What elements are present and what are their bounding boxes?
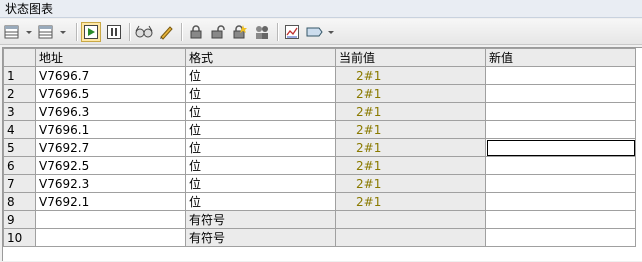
format-cell[interactable]: 位 <box>185 84 336 103</box>
table-row[interactable]: 4 V7696.1 位 2#1 <box>3 120 636 139</box>
format-cell[interactable]: 位 <box>185 156 336 175</box>
table-row[interactable]: 2 V7696.5 位 2#1 <box>3 84 636 103</box>
address-cell[interactable]: V7692.7 <box>35 138 186 157</box>
current-value-cell: 2#1 <box>335 120 486 139</box>
format-cell[interactable]: 有符号 <box>185 228 336 247</box>
current-value-cell: 2#1 <box>335 174 486 193</box>
address-cell[interactable]: V7692.3 <box>35 174 186 193</box>
new-value-cell[interactable] <box>485 120 636 139</box>
new-value-cell[interactable] <box>485 102 636 121</box>
new-value-cell[interactable] <box>485 228 636 247</box>
single-read-icon[interactable] <box>81 22 101 42</box>
unlock-icon[interactable] <box>208 22 228 42</box>
format-cell[interactable]: 位 <box>185 66 336 85</box>
new-value-cell[interactable] <box>485 66 636 85</box>
table-row[interactable]: 10 有符号 <box>3 228 636 247</box>
table-row[interactable]: 3 V7696.3 位 2#1 <box>3 102 636 121</box>
row-number-cell: 6 <box>3 156 36 175</box>
address-cell[interactable] <box>35 210 186 229</box>
current-value-header[interactable]: 当前值 <box>335 48 486 67</box>
current-value-cell: 2#1 <box>335 138 486 157</box>
address-cell[interactable]: V7696.5 <box>35 84 186 103</box>
new-value-cell[interactable] <box>485 174 636 193</box>
address-header[interactable]: 地址 <box>35 48 186 67</box>
format-header[interactable]: 格式 <box>185 48 336 67</box>
row-number-cell: 10 <box>3 228 36 247</box>
tag-dropdown-icon[interactable] <box>305 22 335 42</box>
lock-icon[interactable] <box>186 22 206 42</box>
current-value-cell <box>335 228 486 247</box>
address-cell[interactable]: V7692.5 <box>35 156 186 175</box>
window-title: 状态图表 <box>0 0 642 18</box>
row-number-cell: 8 <box>3 192 36 211</box>
format-cell[interactable]: 位 <box>185 138 336 157</box>
address-cell[interactable]: V7696.1 <box>35 120 186 139</box>
table-row[interactable]: 8 V7692.1 位 2#1 <box>3 192 636 211</box>
table-row[interactable]: 1 V7696.7 位 2#1 <box>3 66 636 85</box>
address-cell[interactable] <box>35 228 186 247</box>
format-cell[interactable]: 位 <box>185 102 336 121</box>
stop-read-icon[interactable] <box>104 22 124 42</box>
format-cell[interactable]: 位 <box>185 174 336 193</box>
write-pencil-icon[interactable] <box>156 22 176 42</box>
trend-chart-icon[interactable] <box>282 22 302 42</box>
table-row[interactable]: 7 V7692.3 位 2#1 <box>3 174 636 193</box>
current-value-cell: 2#1 <box>335 102 486 121</box>
row-number-cell: 4 <box>3 120 36 139</box>
table-row[interactable]: 6 V7692.5 位 2#1 <box>3 156 636 175</box>
row-number-cell: 3 <box>3 102 36 121</box>
current-value-cell: 2#1 <box>335 192 486 211</box>
new-value-cell[interactable] <box>485 84 636 103</box>
row-number-header <box>3 48 36 67</box>
current-value-cell <box>335 210 486 229</box>
format-cell[interactable]: 位 <box>185 192 336 211</box>
row-number-cell: 7 <box>3 174 36 193</box>
address-cell[interactable]: V7696.3 <box>35 102 186 121</box>
force-add-icon[interactable] <box>230 22 250 42</box>
table-insert-icon[interactable] <box>4 22 34 42</box>
table-header-row: 地址 格式 当前值 新值 <box>3 48 636 67</box>
format-cell[interactable]: 位 <box>185 120 336 139</box>
table-delete-icon[interactable] <box>38 22 68 42</box>
address-cell[interactable]: V7696.7 <box>35 66 186 85</box>
current-value-cell: 2#1 <box>335 156 486 175</box>
current-value-cell: 2#1 <box>335 84 486 103</box>
toolbar <box>0 19 642 45</box>
format-cell[interactable]: 有符号 <box>185 210 336 229</box>
new-value-cell[interactable] <box>485 192 636 211</box>
new-value-cell[interactable] <box>485 156 636 175</box>
status-table: 地址 格式 当前值 新值 1 V7696.7 位 2#1 2 V7696.5 位 2#1 3 V7… <box>3 48 636 247</box>
row-number-cell: 5 <box>3 138 36 157</box>
current-value-cell: 2#1 <box>335 66 486 85</box>
table-row[interactable]: 9 有符号 <box>3 210 636 229</box>
row-number-cell: 9 <box>3 210 36 229</box>
row-number-cell: 2 <box>3 84 36 103</box>
new-value-cell[interactable] <box>485 210 636 229</box>
new-value-cell[interactable] <box>485 138 636 157</box>
status-table-container: 地址 格式 当前值 新值 1 V7696.7 位 2#1 2 V7696.5 位 2#1 3 V7… <box>2 47 642 261</box>
new-value-header[interactable]: 新值 <box>485 48 636 67</box>
table-row[interactable]: 5 V7692.7 位 2#1 <box>3 138 636 157</box>
address-cell[interactable]: V7692.1 <box>35 192 186 211</box>
group-icon[interactable] <box>252 22 272 42</box>
watch-glasses-icon[interactable] <box>134 22 154 42</box>
row-number-cell: 1 <box>3 66 36 85</box>
